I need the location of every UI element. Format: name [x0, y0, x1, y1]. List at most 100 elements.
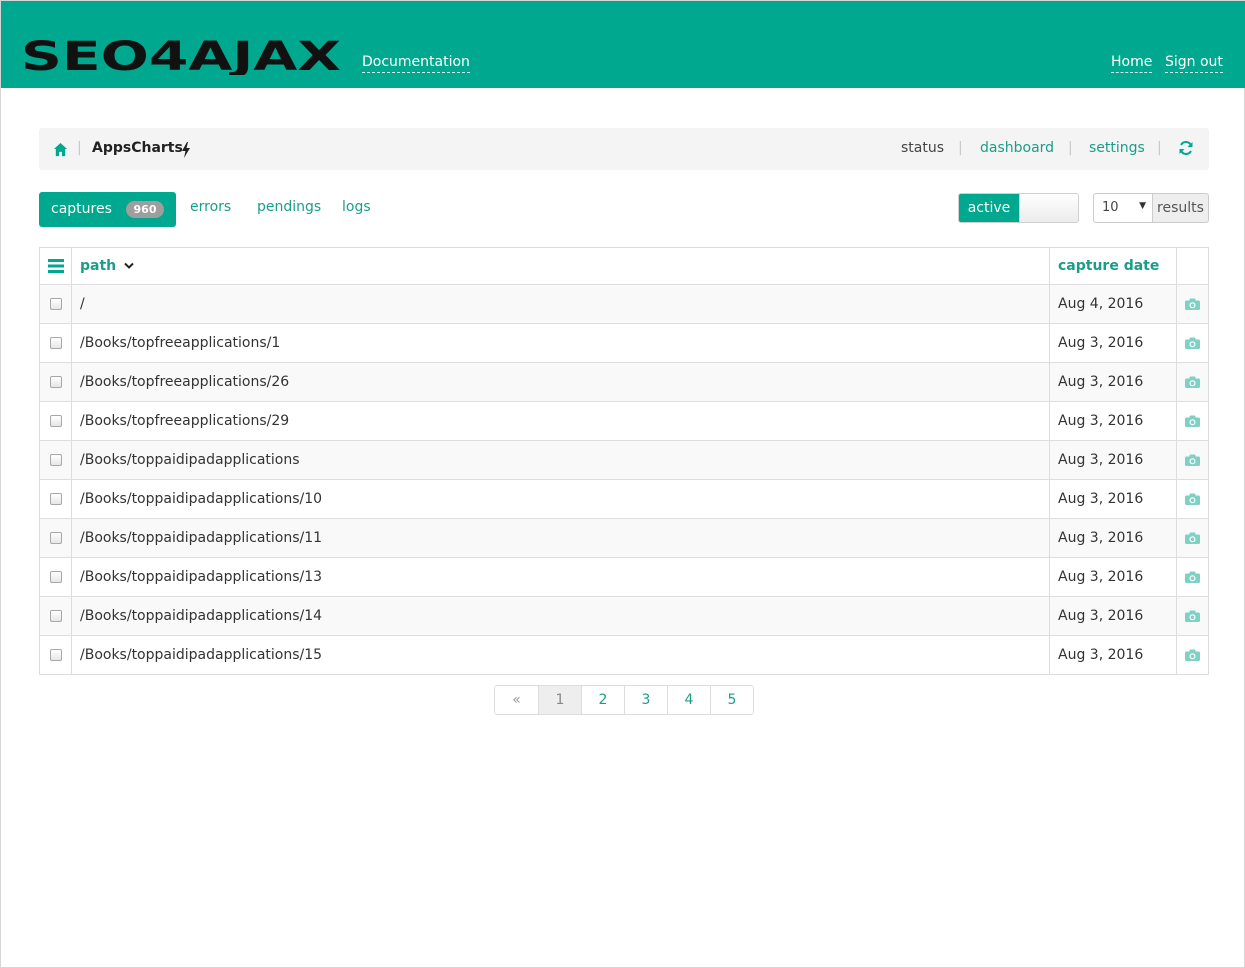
- row-path[interactable]: /Books/toppaidipadapplications/14: [71, 596, 1050, 636]
- row-capture-date: Aug 3, 2016: [1049, 323, 1177, 363]
- row-action-cell: [1176, 596, 1209, 636]
- pagination-page-1[interactable]: 1: [538, 686, 581, 714]
- row-action-cell: [1176, 284, 1209, 324]
- row-path[interactable]: /: [71, 284, 1050, 324]
- select-all-cell[interactable]: [39, 247, 72, 285]
- bolt-icon: [182, 142, 190, 158]
- row-path[interactable]: /Books/toppaidipadapplications: [71, 440, 1050, 480]
- row-path[interactable]: /Books/topfreeapplications/26: [71, 362, 1050, 402]
- table-row[interactable]: /Books/topfreeapplications/29 Aug 3, 2016: [39, 401, 1209, 441]
- row-path[interactable]: /Books/toppaidipadapplications/15: [71, 635, 1050, 675]
- row-action-cell: [1176, 518, 1209, 558]
- pagination-prev[interactable]: «: [495, 686, 538, 714]
- row-path[interactable]: /Books/topfreeapplications/1: [71, 323, 1050, 363]
- row-checkbox-cell: [39, 635, 72, 675]
- row-capture-date: Aug 4, 2016: [1049, 284, 1177, 324]
- breadcrumb-separator: |: [1157, 140, 1162, 156]
- row-checkbox[interactable]: [49, 493, 62, 505]
- row-action-cell: [1176, 440, 1209, 480]
- top-navbar: SEO4AJAX Documentation Home Sign out: [1, 1, 1245, 88]
- row-capture-date: Aug 3, 2016: [1049, 635, 1177, 675]
- row-path[interactable]: /Books/topfreeapplications/29: [71, 401, 1050, 441]
- camera-icon[interactable]: [1185, 649, 1200, 661]
- row-checkbox[interactable]: [49, 415, 62, 427]
- tab-pendings[interactable]: pendings: [257, 199, 321, 215]
- documentation-link[interactable]: Documentation: [362, 53, 470, 73]
- row-capture-date: Aug 3, 2016: [1049, 440, 1177, 480]
- table-header-row: path capture date: [39, 247, 1209, 285]
- row-capture-date: Aug 3, 2016: [1049, 362, 1177, 402]
- pagination-page-2[interactable]: 2: [581, 686, 624, 714]
- row-checkbox[interactable]: [49, 532, 62, 544]
- table-row[interactable]: /Books/toppaidipadapplications Aug 3, 201…: [39, 440, 1209, 480]
- seo4ajax-logo[interactable]: SEO4AJAX: [21, 37, 341, 75]
- row-action-cell: [1176, 479, 1209, 519]
- settings-link[interactable]: settings: [1089, 140, 1145, 156]
- capture-date-column-header[interactable]: capture date: [1049, 247, 1177, 285]
- camera-icon[interactable]: [1185, 493, 1200, 505]
- tab-captures[interactable]: captures 960: [39, 192, 176, 227]
- row-path[interactable]: /Books/toppaidipadapplications/10: [71, 479, 1050, 519]
- camera-icon[interactable]: [1185, 454, 1200, 466]
- row-action-cell: [1176, 635, 1209, 675]
- row-checkbox[interactable]: [49, 298, 62, 310]
- table-row[interactable]: /Books/toppaidipadapplications/13 Aug 3, …: [39, 557, 1209, 597]
- table-row[interactable]: /Books/toppaidipadapplications/11 Aug 3, …: [39, 518, 1209, 558]
- row-action-cell: [1176, 557, 1209, 597]
- table-row[interactable]: /Books/toppaidipadapplications/10 Aug 3, …: [39, 479, 1209, 519]
- camera-icon[interactable]: [1185, 415, 1200, 427]
- table-row[interactable]: / Aug 4, 2016: [39, 284, 1209, 324]
- row-checkbox-cell: [39, 284, 72, 324]
- row-checkbox[interactable]: [49, 337, 62, 349]
- camera-icon[interactable]: [1185, 298, 1200, 310]
- home-icon[interactable]: [53, 142, 68, 157]
- actions-column-header: [1176, 247, 1209, 285]
- row-checkbox[interactable]: [49, 610, 62, 622]
- table-row[interactable]: /Books/topfreeapplications/1 Aug 3, 2016: [39, 323, 1209, 363]
- camera-icon[interactable]: [1185, 337, 1200, 349]
- row-action-cell: [1176, 362, 1209, 402]
- breadcrumb-separator: |: [1068, 140, 1073, 156]
- row-checkbox[interactable]: [49, 649, 62, 661]
- pagination: «1 2 3 4 5: [494, 685, 754, 715]
- status-link[interactable]: status: [901, 140, 944, 156]
- row-checkbox-cell: [39, 440, 72, 480]
- home-link[interactable]: Home: [1111, 53, 1153, 73]
- pagination-page-4[interactable]: 4: [667, 686, 710, 714]
- row-checkbox[interactable]: [49, 454, 62, 466]
- row-action-cell: [1176, 323, 1209, 363]
- logo-wordmark: SEO4AJAX: [21, 37, 341, 75]
- row-checkbox-cell: [39, 479, 72, 519]
- dashboard-link[interactable]: dashboard: [980, 140, 1054, 156]
- sign-out-link[interactable]: Sign out: [1165, 53, 1223, 73]
- active-toggle-label: active: [959, 194, 1019, 222]
- refresh-icon[interactable]: [1178, 140, 1194, 156]
- path-column-header[interactable]: path: [71, 247, 1050, 285]
- camera-icon[interactable]: [1185, 571, 1200, 583]
- camera-icon[interactable]: [1185, 610, 1200, 622]
- camera-icon[interactable]: [1185, 376, 1200, 388]
- table-row[interactable]: /Books/topfreeapplications/26 Aug 3, 2016: [39, 362, 1209, 402]
- results-addon: results: [1152, 193, 1209, 223]
- tab-errors[interactable]: errors: [190, 199, 231, 215]
- row-checkbox[interactable]: [49, 571, 62, 583]
- page-size-value: 10: [1102, 200, 1119, 215]
- active-toggle[interactable]: active: [958, 193, 1079, 223]
- pagination-page-3[interactable]: 3: [624, 686, 667, 714]
- row-checkbox[interactable]: [49, 376, 62, 388]
- toggle-knob[interactable]: [1019, 194, 1078, 222]
- table-row[interactable]: /Books/toppaidipadapplications/14 Aug 3, …: [39, 596, 1209, 636]
- row-path[interactable]: /Books/toppaidipadapplications/13: [71, 557, 1050, 597]
- row-path[interactable]: /Books/toppaidipadapplications/11: [71, 518, 1050, 558]
- breadcrumb-bar: | AppsCharts status | dashboard | settin…: [39, 128, 1209, 170]
- row-capture-date: Aug 3, 2016: [1049, 518, 1177, 558]
- pagination-page-5[interactable]: 5: [710, 686, 753, 714]
- page-size-select[interactable]: 10 ▼: [1093, 193, 1153, 223]
- tab-logs[interactable]: logs: [342, 199, 371, 215]
- row-checkbox-cell: [39, 323, 72, 363]
- row-capture-date: Aug 3, 2016: [1049, 401, 1177, 441]
- table-row[interactable]: /Books/toppaidipadapplications/15 Aug 3, …: [39, 635, 1209, 675]
- camera-icon[interactable]: [1185, 532, 1200, 544]
- row-checkbox-cell: [39, 518, 72, 558]
- menu-icon[interactable]: [48, 259, 64, 273]
